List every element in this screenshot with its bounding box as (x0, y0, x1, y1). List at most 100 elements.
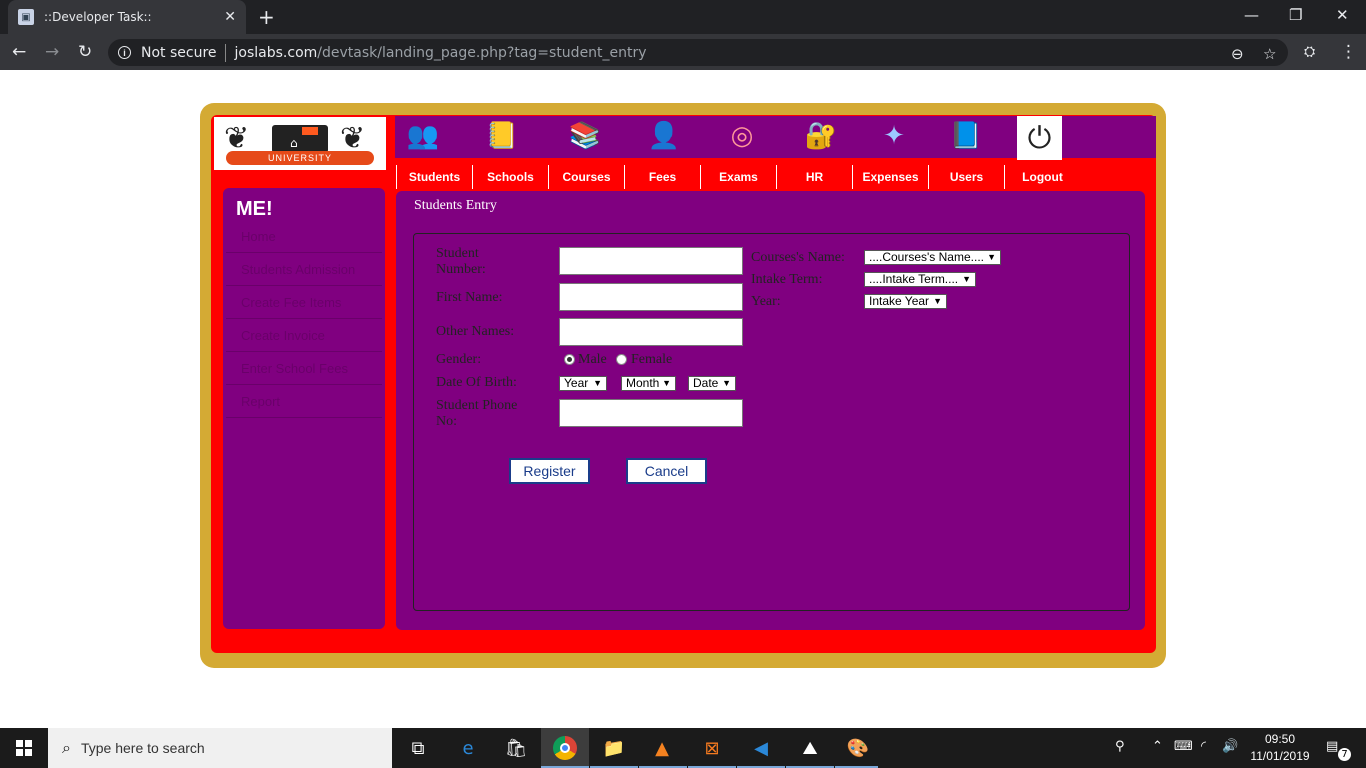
sidebar-item-report[interactable]: Report (226, 385, 382, 418)
other-names-input[interactable] (559, 318, 743, 346)
tab-title: ::Developer Task:: (44, 10, 152, 24)
new-tab-icon[interactable]: + (258, 5, 275, 29)
expenses-icon[interactable]: ✦ (876, 118, 912, 154)
logo-ribbon: UNIVERSITY (226, 151, 374, 165)
browser-tab-bar: ▣ ::Developer Task:: ✕ + — ❐ ✕ (0, 0, 1366, 34)
back-icon[interactable]: ← (12, 42, 26, 62)
paint-icon[interactable]: 🎨 (842, 734, 874, 762)
users-icon[interactable]: 📘 (948, 118, 984, 154)
menu-exams[interactable]: Exams (700, 165, 776, 189)
menu-logout[interactable]: Logout (1004, 165, 1080, 189)
page-title: Students Entry (414, 198, 497, 213)
keyboard-icon[interactable]: ⌨ (1174, 739, 1193, 754)
search-icon: ⌕ (62, 738, 71, 757)
menu-users[interactable]: Users (928, 165, 1004, 189)
gender-male-radio[interactable] (564, 354, 575, 365)
register-button[interactable]: Register (509, 458, 590, 484)
info-icon[interactable]: i (118, 46, 131, 59)
vscode-icon[interactable]: ◀ (745, 734, 777, 762)
close-window-icon[interactable]: ✕ (1336, 6, 1349, 24)
chevron-up-icon[interactable]: ⌃ (1152, 739, 1163, 754)
dob-label: Date Of Birth: (436, 375, 517, 390)
building-icon: ⌂ (290, 136, 298, 150)
menu-expenses[interactable]: Expenses (852, 165, 928, 189)
exams-icon[interactable]: ◎ (724, 118, 760, 154)
first-name-input[interactable] (559, 283, 743, 311)
url-path: /devtask/landing_page.php?tag=student_en… (317, 44, 647, 61)
taskbar-clock[interactable]: 09:50 11/01/2019 (1240, 731, 1320, 765)
menu-hr[interactable]: HR (776, 165, 852, 189)
dob-date-select[interactable]: Date ▼ (688, 376, 736, 391)
xampp-icon[interactable]: ⊠ (696, 734, 728, 762)
student-number-label: Student Number: (436, 246, 486, 277)
chevron-down-icon: ▼ (593, 378, 602, 388)
intake-term-label: Intake Term: (751, 272, 823, 287)
zoom-icon[interactable]: ⊖ (1231, 45, 1244, 63)
chrome-icon-center (560, 743, 570, 753)
bookmark-star-icon[interactable]: ☆ (1263, 45, 1276, 63)
schools-icon[interactable]: 📒 (484, 118, 520, 154)
sidebar-item-students-admission[interactable]: Students Admission (226, 253, 382, 286)
task-view-icon[interactable]: ⧉ (402, 734, 434, 762)
chrome-taskbar-button[interactable] (541, 728, 589, 768)
intake-year-select[interactable]: Intake Year ▼ (864, 294, 947, 309)
windows-taskbar: ⌕ Type here to search ⧉ e 🛍 📁 ▲ ⊠ ◀ ⛰ 🎨 … (0, 728, 1366, 768)
sidebar: ME! Home Students Admission Create Fee I… (223, 188, 385, 629)
menu-dots-icon[interactable]: ⋮ (1340, 42, 1357, 62)
wifi-icon[interactable]: ◜ (1201, 739, 1206, 754)
hr-icon[interactable]: 🔐 (803, 118, 839, 154)
welcome-text: ME! (236, 198, 273, 220)
clock-date: 11/01/2019 (1250, 749, 1310, 763)
file-explorer-icon[interactable]: 📁 (598, 734, 630, 762)
clock-time: 09:50 (1264, 732, 1296, 746)
volume-icon[interactable]: 🔊 (1222, 739, 1238, 754)
fees-icon[interactable]: 👤 (646, 118, 682, 154)
windows-start-icon[interactable] (16, 740, 32, 756)
sidebar-item-create-invoice[interactable]: Create Invoice (226, 319, 382, 352)
vlc-icon[interactable]: ▲ (646, 734, 678, 762)
intake-term-select[interactable]: ....Intake Term.... ▼ (864, 272, 976, 287)
favicon-icon: ▣ (18, 9, 34, 25)
people-icon[interactable]: ⚲ (1115, 739, 1125, 754)
restore-icon[interactable]: ❐ (1289, 6, 1302, 24)
cancel-button[interactable]: Cancel (626, 458, 707, 484)
url-omnibox[interactable]: i Not secure joslabs.com /devtask/landin… (108, 39, 1288, 66)
power-icon[interactable]: ⏻ (1017, 116, 1062, 160)
other-names-label: Other Names: (436, 324, 515, 339)
photos-icon[interactable]: ⛰ (794, 734, 826, 762)
students-icon[interactable]: 👥 (405, 118, 441, 154)
dob-year-select[interactable]: Year ▼ (559, 376, 607, 391)
menu-schools[interactable]: Schools (472, 165, 548, 189)
sidebar-item-create-fee-items[interactable]: Create Fee Items (226, 286, 382, 319)
store-icon[interactable]: 🛍 (500, 734, 532, 762)
course-select[interactable]: ....Courses's Name.... ▼ (864, 250, 1001, 265)
phone-input[interactable] (559, 399, 743, 427)
year-label: Year: (751, 294, 781, 309)
student-number-input[interactable] (559, 247, 743, 275)
notification-badge: 7 (1338, 748, 1351, 761)
incognito-icon[interactable]: ⛭ (1304, 44, 1315, 60)
gender-female-radio[interactable] (616, 354, 627, 365)
university-logo: ❦ ⌂ ❦ UNIVERSITY (214, 117, 386, 170)
edge-icon[interactable]: e (452, 734, 484, 762)
browser-tab[interactable]: ▣ ::Developer Task:: ✕ (8, 0, 246, 34)
chevron-down-icon: ▼ (933, 296, 942, 306)
gender-female-label: Female (631, 352, 673, 367)
taskbar-search[interactable]: ⌕ Type here to search (48, 728, 392, 768)
close-tab-icon[interactable]: ✕ (224, 9, 236, 25)
browser-address-bar: ← → ↻ i Not secure joslabs.com /devtask/… (0, 34, 1366, 70)
menu-students[interactable]: Students (396, 165, 472, 189)
dob-month-select[interactable]: Month ▼ (621, 376, 676, 391)
sidebar-item-enter-school-fees[interactable]: Enter School Fees (226, 352, 382, 385)
intake-term-value: ....Intake Term.... (869, 272, 959, 286)
minimize-icon[interactable]: — (1244, 6, 1259, 24)
intake-year-value: Intake Year (869, 294, 930, 308)
courses-icon[interactable]: 📚 (567, 118, 603, 154)
menu-courses[interactable]: Courses (548, 165, 624, 189)
chevron-down-icon: ▼ (722, 378, 731, 388)
menu-fees[interactable]: Fees (624, 165, 700, 189)
sidebar-item-home[interactable]: Home (226, 220, 382, 253)
forward-icon[interactable]: → (45, 42, 59, 62)
reload-icon[interactable]: ↻ (78, 42, 92, 62)
notification-icon[interactable]: ▤ (1326, 739, 1338, 754)
